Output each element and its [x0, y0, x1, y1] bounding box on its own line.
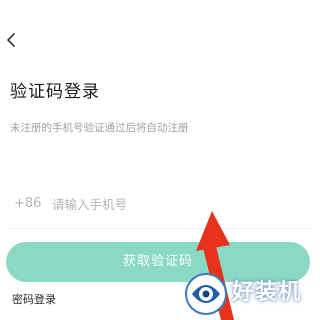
password-login-link[interactable]: 密码登录: [12, 293, 56, 307]
back-button[interactable]: [2, 27, 22, 53]
chevron-left-icon: [7, 33, 15, 47]
get-code-button[interactable]: 获取验证码: [6, 242, 310, 282]
country-code-selector[interactable]: +86: [14, 196, 41, 212]
register-hint: 未注册的手机号验证通过后将自动注册: [10, 122, 189, 134]
input-divider: [10, 228, 310, 229]
phone-input[interactable]: [52, 192, 202, 216]
watermark-text: 好装机: [232, 280, 302, 305]
login-page: 验证码登录 未注册的手机号验证通过后将自动注册 +86 获取验证码 密码登录 好…: [0, 0, 320, 320]
page-title: 验证码登录: [10, 82, 100, 102]
